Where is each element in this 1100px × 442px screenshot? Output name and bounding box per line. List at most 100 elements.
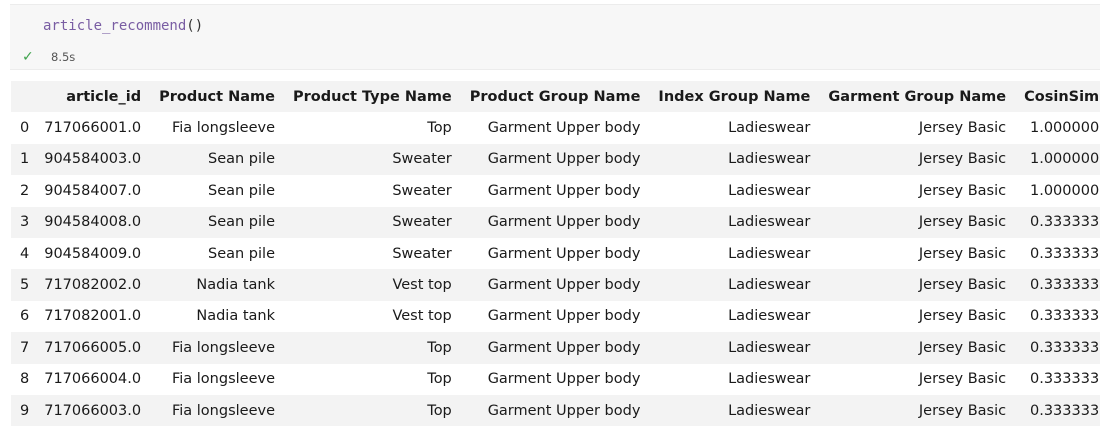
row-index: 8: [20, 371, 30, 388]
row-index: 1: [20, 151, 30, 168]
call-parens: (): [186, 18, 204, 34]
table-cell: Ladieswear: [728, 151, 811, 168]
table-cell: Top: [427, 339, 452, 356]
table-body: 0 717066001.0 Fia longsleeve Top Garment Upp…: [11, 112, 1100, 427]
table-cell: Jersey Basic: [918, 308, 1007, 325]
execution-time: 8.5s: [51, 50, 76, 64]
table-cell: Ladieswear: [728, 339, 811, 356]
table-cell: Ladieswear: [728, 277, 811, 294]
table-cell: Garment Upper body: [487, 371, 641, 388]
table-cell: 0.333333: [1029, 308, 1100, 325]
table-cell: 717066005.0: [44, 339, 142, 356]
table-cell: Jersey Basic: [918, 182, 1007, 199]
table-cell: Vest top: [392, 277, 452, 294]
table-cell: Fia longsleeve: [171, 120, 275, 137]
table-row: 9 717066003.0 Fia longsleeve Top Garment Upp…: [11, 394, 1100, 427]
table-cell: 717066001.0: [44, 120, 142, 137]
column-header: [11, 81, 35, 112]
code-cell[interactable]: article_recommend() ✓ 8.5s: [10, 4, 1100, 70]
table-cell: Ladieswear: [728, 371, 811, 388]
table-cell: Garment Upper body: [487, 339, 641, 356]
table-cell: Sean pile: [208, 151, 275, 168]
table-cell: Vest top: [392, 308, 452, 325]
table-cell: Top: [427, 371, 452, 388]
table-cell: Fia longsleeve: [171, 402, 275, 419]
table-cell: Garment Upper body: [487, 402, 641, 419]
table-cell: Ladieswear: [728, 214, 811, 231]
row-index: 7: [20, 339, 30, 356]
table-cell: Sweater: [392, 214, 452, 231]
table-row: 3 904584008.0 Sean pile Sweater Garment Uppe…: [11, 206, 1100, 238]
table-row: 8 717066004.0 Fia longsleeve Top Garment Upp…: [11, 363, 1100, 395]
table-cell: Sean pile: [208, 245, 275, 262]
row-index: 9: [20, 402, 30, 419]
table-cell: Jersey Basic: [918, 402, 1007, 419]
table-cell: 904584007.0: [44, 182, 142, 199]
table-cell: Ladieswear: [728, 245, 811, 262]
table-cell: Top: [427, 402, 452, 419]
row-index: 3: [20, 214, 30, 231]
row-index: 0: [20, 120, 30, 137]
table-row: 0 717066001.0 Fia longsleeve Top Garment Upp…: [11, 112, 1100, 144]
table-cell: Sweater: [392, 151, 452, 168]
table-cell: Nadia tank: [196, 308, 275, 325]
row-index: 6: [20, 308, 30, 325]
table-cell: 0.333333: [1029, 339, 1100, 356]
table-cell: Sweater: [392, 182, 452, 199]
table-cell: 1.000000: [1029, 182, 1100, 199]
row-index: 5: [20, 277, 30, 294]
table-cell: Garment Upper body: [487, 277, 641, 294]
table-cell: Ladieswear: [728, 182, 811, 199]
table-row: 5 717082002.0 Nadia tank Vest top Garment Up…: [11, 269, 1100, 301]
dataframe-table: article_id Product Name Product Type Name P…: [11, 81, 1100, 427]
column-header: Product Name: [159, 88, 275, 105]
table-cell: Top: [427, 120, 452, 137]
row-index: 4: [20, 245, 30, 262]
table-cell: Sean pile: [208, 214, 275, 231]
table-cell: 0.333333: [1029, 402, 1100, 419]
column-header: Product Type Name: [293, 88, 452, 105]
table-cell: Ladieswear: [728, 120, 811, 137]
column-header: Product Group Name: [469, 88, 641, 105]
table-cell: Garment Upper body: [487, 245, 641, 262]
table-cell: 717082001.0: [44, 308, 142, 325]
table-cell: Garment Upper body: [487, 214, 641, 231]
table-cell: 904584003.0: [44, 151, 142, 168]
code-line[interactable]: article_recommend(): [43, 18, 203, 34]
table-cell: Fia longsleeve: [171, 339, 275, 356]
table-cell: 0.333333: [1029, 214, 1100, 231]
table-cell: Jersey Basic: [918, 339, 1007, 356]
table-cell: Ladieswear: [728, 402, 811, 419]
table-cell: Jersey Basic: [918, 120, 1007, 137]
row-index: 2: [20, 182, 30, 199]
table-cell: Fia longsleeve: [171, 371, 275, 388]
table-cell: Garment Upper body: [487, 151, 641, 168]
table-header-row: article_id Product Name Product Type Name P…: [11, 81, 1100, 113]
table-cell: Garment Upper body: [487, 182, 641, 199]
table-cell: Ladieswear: [728, 308, 811, 325]
table-row: 7 717066005.0 Fia longsleeve Top Garment Upp…: [11, 332, 1100, 364]
check-icon: ✓: [22, 49, 34, 65]
table-row: 6 717082001.0 Nadia tank Vest top Garment Up…: [11, 300, 1100, 333]
table-row: 4 904584009.0 Sean pile Sweater Garment Uppe…: [11, 237, 1100, 270]
table-cell: 717066004.0: [44, 371, 142, 388]
table-cell: Jersey Basic: [918, 214, 1007, 231]
table-cell: Sean pile: [208, 182, 275, 199]
table-cell: 904584009.0: [44, 245, 142, 262]
table-cell: Nadia tank: [196, 277, 275, 294]
column-header: article_id: [66, 88, 142, 105]
table-cell: Sweater: [392, 245, 452, 262]
table-cell: Jersey Basic: [918, 277, 1007, 294]
table-row: 1 904584003.0 Sean pile Sweater Garment Uppe…: [11, 143, 1100, 176]
function-call: article_recommend: [43, 18, 187, 34]
table-cell: Garment Upper body: [487, 120, 641, 137]
table-cell: 0.333333: [1029, 371, 1100, 388]
table-cell: 717082002.0: [44, 277, 142, 294]
table-cell: Jersey Basic: [918, 245, 1007, 262]
table-cell: 904584008.0: [44, 214, 142, 231]
table-cell: 1.000000: [1029, 120, 1100, 137]
table-cell: 0.333333: [1029, 245, 1100, 262]
table-cell: 0.333333: [1029, 277, 1100, 294]
execution-status: ✓ 8.5s: [22, 47, 75, 67]
table-cell: Jersey Basic: [918, 151, 1007, 168]
